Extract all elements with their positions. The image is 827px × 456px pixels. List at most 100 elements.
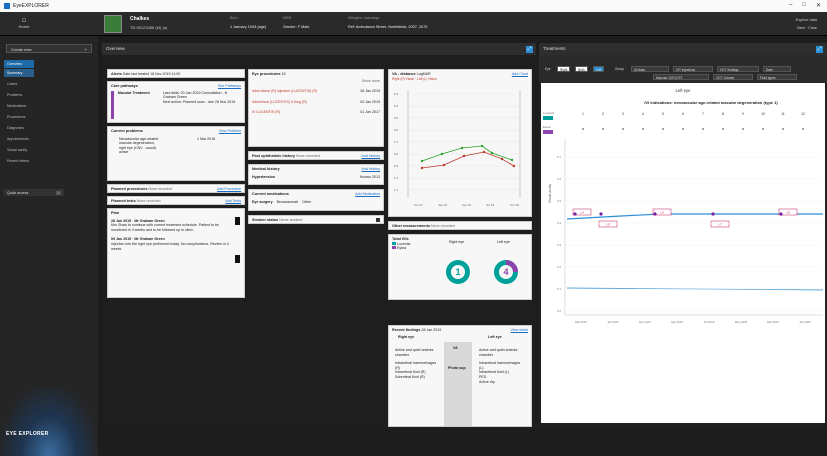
- injection-dot[interactable]: [682, 128, 684, 130]
- add-procedure-link[interactable]: Add Procedure: [217, 187, 241, 192]
- case-menu[interactable]: Case: [808, 26, 817, 30]
- injection-dot[interactable]: [782, 128, 784, 130]
- quick-access-button[interactable]: Quick access ›: [4, 189, 64, 196]
- findings-right-header: Right eye: [398, 334, 415, 339]
- eye-right-toggle[interactable]: Right: [557, 66, 571, 72]
- fluid-types-select[interactable]: Fluid types: [757, 74, 797, 80]
- treatment-y-tick: 0.2: [557, 265, 561, 269]
- va-y-tick: 1.1: [394, 188, 399, 192]
- add-history-link[interactable]: Add History: [361, 154, 380, 159]
- findings-left-header: Left eye: [488, 334, 502, 339]
- injection-dot[interactable]: [622, 128, 624, 130]
- injection-dot[interactable]: [602, 128, 604, 130]
- other-measurements-text: None recorded: [430, 224, 455, 228]
- view-detail-link[interactable]: View detail: [511, 328, 528, 333]
- va-x-tick: Jan 18: [438, 203, 447, 207]
- add-tests-link[interactable]: Add Tests: [225, 199, 241, 204]
- sidebar-item-summary[interactable]: Summary: [4, 69, 34, 77]
- all-data-select[interactable]: All data: [631, 66, 669, 72]
- finding-left: Intraretinal haemorrhages (L): [479, 361, 521, 370]
- injection-dot[interactable]: [582, 128, 584, 130]
- sidebar: Create new + Overview Summary Cases Prob…: [0, 36, 98, 456]
- treatment-filters: Eye Right Both Left Group All data IVT i…: [539, 55, 827, 83]
- va-x-tick: Oct 18: [510, 203, 519, 207]
- close-icon[interactable]: ✕: [816, 2, 821, 9]
- minimize-icon[interactable]: –: [789, 2, 792, 9]
- injection-dot[interactable]: [742, 128, 744, 130]
- medical-history-row: Hypertension: [252, 174, 275, 179]
- eye-left-toggle[interactable]: Left: [593, 66, 605, 72]
- sidebar-item-letters[interactable]: Recent letters: [4, 157, 34, 165]
- create-new-button[interactable]: Create new +: [6, 44, 92, 53]
- add-chart-link[interactable]: Add Chart: [512, 72, 528, 77]
- va-left-legend: Left (L) Vision: [417, 76, 437, 81]
- va-distance-card: VA - distance LogMAR Add Chart Right (R)…: [388, 69, 532, 217]
- injection-number: 10: [761, 112, 765, 116]
- expand-icon[interactable]: ⤢: [526, 46, 533, 53]
- sidebar-item-overview[interactable]: Overview: [4, 60, 34, 68]
- allergies-value: Ref: Ambulance Street, Northfields, 2007…: [348, 25, 428, 29]
- pathway-bar: [111, 90, 114, 119]
- explore-data-link[interactable]: Explore data: [796, 16, 817, 24]
- oct-findings-select[interactable]: OCT findings: [717, 66, 759, 72]
- va-timeline-point[interactable]: [711, 212, 715, 216]
- injection-dot[interactable]: [802, 128, 804, 130]
- eye-procedure-row[interactable]: Intravitreal (LUCENTIS) 0.5mg (R): [252, 100, 342, 105]
- injection-dot[interactable]: [722, 128, 724, 130]
- sidebar-item-problems[interactable]: Problems: [4, 91, 34, 99]
- group-label: Group: [615, 66, 624, 71]
- injection-dot[interactable]: [642, 128, 644, 130]
- mrn-label: MRN: [283, 16, 292, 20]
- va-timeline-point[interactable]: [779, 212, 783, 216]
- home-button[interactable]: ⌂ Home: [10, 16, 38, 30]
- oct-volume-select[interactable]: OCT Volume: [713, 74, 753, 80]
- view-menu[interactable]: View: [797, 26, 805, 30]
- sidebar-item-visual-acuity[interactable]: Visual acuity: [4, 146, 34, 154]
- injection-dot[interactable]: [662, 128, 664, 130]
- show-more-link[interactable]: Show more: [362, 79, 380, 83]
- legend-eylea: Eylea: [397, 246, 406, 251]
- treatments-title: Treatments: [543, 46, 566, 51]
- date-select[interactable]: Date: [763, 66, 791, 72]
- va-left-point: [442, 163, 446, 167]
- window-title: EyeEXPLORER: [13, 3, 49, 9]
- overview-title: Overview: [106, 46, 125, 51]
- expand-icon[interactable]: ⤢: [816, 46, 823, 53]
- injection-dot[interactable]: [762, 128, 764, 130]
- eye-procedure-row[interactable]: IV LUCENTIS (R): [252, 110, 280, 115]
- va-timeline-point[interactable]: [599, 212, 603, 216]
- pathway-item[interactable]: Macular Treatment: [118, 91, 159, 119]
- legend-swatch-eylea: [392, 246, 396, 250]
- sidebar-item-cases[interactable]: Cases: [4, 80, 34, 88]
- va-timeline-point[interactable]: [573, 212, 577, 216]
- view-problem-link[interactable]: View Problem: [219, 129, 241, 134]
- left-eye-count: 4: [503, 267, 508, 277]
- maximize-icon[interactable]: □: [802, 2, 806, 9]
- see-pathways-link[interactable]: See Pathways: [218, 84, 241, 89]
- sidebar-item-diagnoses[interactable]: Diagnoses: [4, 124, 34, 132]
- eye-both-toggle[interactable]: Both: [575, 66, 588, 72]
- document-icon[interactable]: [235, 217, 240, 225]
- treatment-y-tick: 0.0: [557, 309, 561, 313]
- injection-number: 6: [682, 112, 684, 116]
- lucentis-row-swatch: [543, 116, 553, 120]
- treatment-timeline-svg: Left eye IVI indications: neovascular ag…: [543, 88, 824, 324]
- treatment-y-tick: 0.7: [557, 155, 561, 159]
- sidebar-item-procedures[interactable]: Procedures: [4, 113, 34, 121]
- sidebar-item-appointments[interactable]: Appointments: [4, 135, 34, 143]
- patient-header: ⌂ Home Chalkes TD 00123456 (M) (a) Born …: [0, 12, 827, 36]
- add-medical-history-link[interactable]: Add History: [361, 167, 380, 172]
- sidebar-item-medications[interactable]: Medications: [4, 102, 34, 110]
- ivt-injections-select[interactable]: IVT injections: [673, 66, 713, 72]
- overview-panel: Overview ⤢ Alerts Date last treated 18 N…: [102, 43, 536, 427]
- plan-entry-1-text: Mrs Shaw to continue with current treatm…: [111, 223, 219, 232]
- eye-procedure-row[interactable]: Intra-vitreal (R) injection (LUCENTIS) (…: [252, 89, 320, 94]
- injection-dot[interactable]: [702, 128, 704, 130]
- add-medication-link[interactable]: Add Medication: [355, 192, 380, 197]
- edit-icon[interactable]: [376, 218, 380, 222]
- va-right-point: [480, 144, 484, 148]
- problem-item[interactable]: Neovascular age-related macular degenera…: [111, 137, 161, 155]
- va-timeline-point[interactable]: [653, 212, 657, 216]
- macular-cmt-select[interactable]: Macular CMT/CST: [653, 74, 709, 80]
- document-icon[interactable]: [235, 255, 240, 263]
